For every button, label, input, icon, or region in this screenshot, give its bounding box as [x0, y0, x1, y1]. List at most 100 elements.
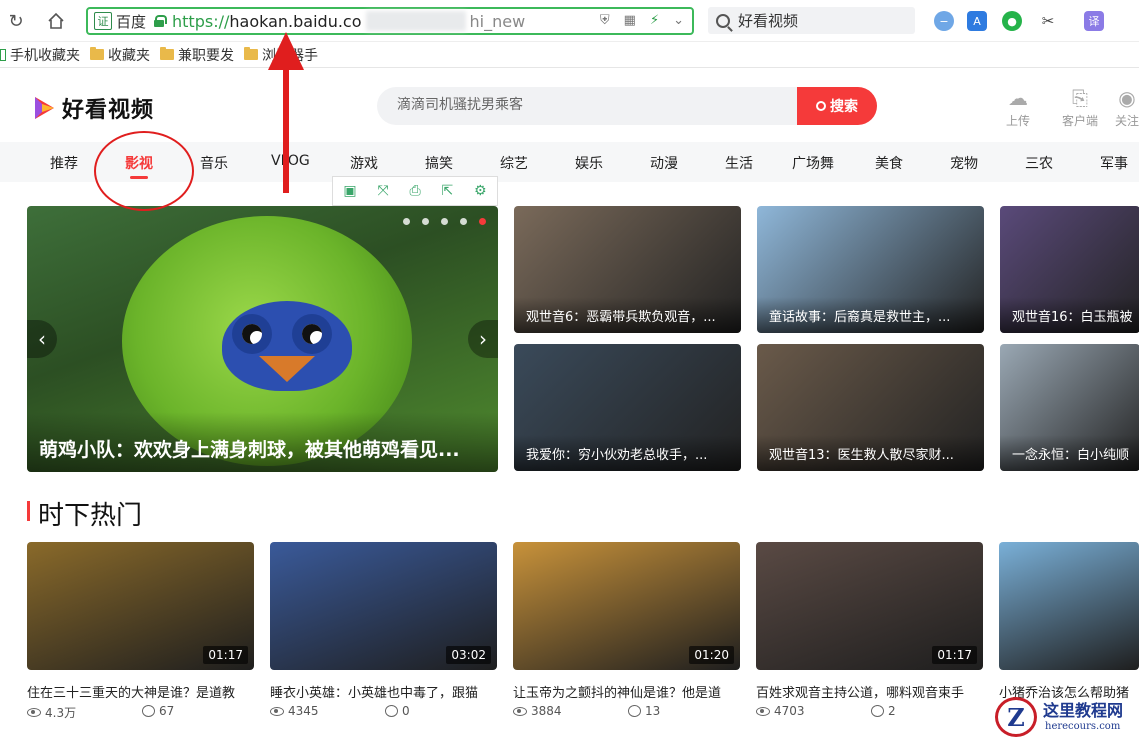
lock-icon[interactable] — [154, 15, 168, 27]
featured-title: 童话故事：后裔真是救世主，... — [769, 310, 951, 325]
site-search-input[interactable] — [397, 96, 787, 112]
client-button[interactable]: ⎘ 客户端 — [1062, 86, 1098, 129]
gear-icon[interactable]: ⚙ — [474, 183, 487, 199]
carousel-dot-active[interactable] — [479, 218, 486, 225]
qrcode-icon[interactable]: ▦ — [624, 13, 636, 28]
featured-video[interactable]: 童话故事：后裔真是救世主，... — [757, 206, 984, 333]
tab-pets[interactable]: 宠物 — [950, 153, 978, 173]
featured-title: 一念永恒：白小纯顺 — [1012, 448, 1130, 463]
featured-title: 我爱你：穷小伙劝老总收手，... — [526, 448, 708, 463]
tab-military[interactable]: 军事 — [1100, 153, 1128, 173]
video-title[interactable]: 让玉帝为之颤抖的神仙是谁？他是道 — [513, 682, 740, 701]
video-comments: 0 — [385, 704, 410, 718]
carousel-prev-button[interactable]: ‹ — [27, 320, 57, 358]
annotation-circle — [94, 131, 194, 211]
video-thumbnail[interactable] — [999, 542, 1139, 670]
address-bar[interactable]: 证 百度 https:// haokan.baidu.co hi_new ⛨ ▦… — [86, 7, 694, 35]
featured-title: 观世音16：白玉瓶被 — [1012, 310, 1133, 325]
carousel-dot[interactable] — [422, 218, 429, 225]
refresh-icon[interactable]: ↻ — [4, 9, 28, 33]
comment-icon — [628, 705, 641, 717]
chevron-down-icon[interactable]: ⌄ — [673, 13, 684, 28]
featured-video[interactable]: 观世音6：恶霸带兵欺负观音，... — [514, 206, 741, 333]
folder-icon — [244, 47, 258, 60]
video-title[interactable]: 睡衣小英雄：小英雄也中毒了，跟猫 — [270, 682, 497, 701]
tab-square-dance[interactable]: 广场舞 — [792, 153, 834, 173]
featured-video[interactable]: 观世音16：白玉瓶被 — [1000, 206, 1139, 333]
app-store-icon[interactable]: A — [967, 11, 987, 31]
minus-circle-icon[interactable]: − — [934, 11, 954, 31]
search-button[interactable]: 搜索 — [797, 87, 877, 125]
site-logo[interactable]: 好看视频 — [32, 92, 154, 124]
comments-count: 13 — [645, 704, 661, 718]
tab-entertainment[interactable]: 娱乐 — [575, 153, 603, 173]
save-icon[interactable]: ⎙ — [409, 183, 420, 199]
annotation-arrow-icon — [268, 32, 304, 193]
browser-search-box[interactable]: 好看视频 — [708, 7, 915, 34]
views-count: 3884 — [531, 704, 562, 718]
broadcast-icon: ◉ — [1118, 86, 1136, 110]
home-icon[interactable] — [44, 9, 68, 33]
video-views: 4703 — [756, 704, 805, 718]
folder-icon — [160, 47, 174, 60]
browser-search-text: 好看视频 — [738, 12, 799, 30]
tab-food[interactable]: 美食 — [875, 153, 903, 173]
url-redacted — [365, 11, 466, 31]
featured-title: 观世音6：恶霸带兵欺负观音，... — [526, 310, 716, 325]
video-duration: 01:17 — [932, 646, 977, 664]
chat-icon[interactable]: ● — [1002, 11, 1022, 31]
video-title[interactable]: 百姓求观音主持公道，哪料观音束手 — [756, 682, 983, 701]
tab-anime[interactable]: 动漫 — [650, 153, 678, 173]
tab-recommend[interactable]: 推荐 — [50, 153, 78, 173]
carousel-dot[interactable] — [460, 218, 467, 225]
bookmark-mobile[interactable]: 手机收藏夹 — [0, 45, 80, 65]
carousel-dots — [403, 218, 486, 225]
views-count: 4703 — [774, 704, 805, 718]
video-thumbnail[interactable]: 01:17 — [27, 542, 254, 670]
lightning-icon[interactable]: ⚡ — [650, 13, 659, 28]
pip-icon[interactable]: ▣ — [343, 183, 356, 199]
scissors-icon[interactable]: ✂ — [1038, 11, 1058, 31]
video-title[interactable]: 住在三十三重天的大神是谁？是道教 — [27, 682, 254, 701]
tab-game[interactable]: 游戏 — [350, 153, 378, 173]
featured-video[interactable]: 一念永恒：白小纯顺 — [1000, 344, 1139, 471]
featured-video[interactable]: 观世音13：医生救人散尽家财... — [757, 344, 984, 471]
upload-label: 上传 — [1006, 114, 1031, 128]
carousel-dot[interactable] — [441, 218, 448, 225]
hero-title[interactable]: 萌鸡小队：欢欢身上满身刺球，被其他萌鸡看见... — [39, 435, 460, 462]
comments-count: 67 — [159, 704, 175, 718]
featured-video[interactable]: 我爱你：穷小伙劝老总收手，... — [514, 344, 741, 471]
bookmark-label: 手机收藏夹 — [10, 47, 80, 64]
download-icon: ⎘ — [1072, 86, 1088, 110]
video-thumbnail[interactable]: 01:20 — [513, 542, 740, 670]
tab-variety[interactable]: 综艺 — [500, 153, 528, 173]
video-comments: 2 — [871, 704, 896, 718]
video-comments: 13 — [628, 704, 660, 718]
follow-button[interactable]: ◉ 关注 — [1115, 86, 1139, 129]
shield-icon[interactable]: ⛨ — [600, 13, 610, 28]
bookmark-favorites[interactable]: 收藏夹 — [90, 45, 150, 65]
share-icon[interactable]: ⇱ — [441, 183, 453, 199]
translate-icon[interactable]: 译 — [1084, 11, 1104, 31]
site-watermark: Z 这里教程网 herecours.com — [995, 695, 1139, 739]
carousel-next-button[interactable]: › — [468, 320, 498, 358]
search-icon — [716, 13, 730, 28]
hero-carousel[interactable]: ‹ › 萌鸡小队：欢欢身上满身刺球，被其他萌鸡看见... — [27, 206, 498, 472]
tab-funny[interactable]: 搞笑 — [425, 153, 453, 173]
url-scheme: https:// — [172, 11, 230, 31]
hero-character-eye — [292, 314, 332, 354]
bookmark-parttime[interactable]: 兼职要发 — [160, 45, 234, 65]
views-count: 4345 — [288, 704, 319, 718]
upload-button[interactable]: ☁ 上传 — [1006, 86, 1030, 129]
certificate-icon[interactable]: 证 — [94, 12, 112, 30]
video-thumbnail[interactable]: 01:17 — [756, 542, 983, 670]
expand-icon[interactable]: ⤧ — [377, 183, 388, 199]
bookmark-label: 兼职要发 — [178, 47, 234, 64]
section-title: 时下热门 — [38, 501, 143, 531]
tab-agriculture[interactable]: 三农 — [1025, 153, 1053, 173]
tab-life[interactable]: 生活 — [725, 153, 753, 173]
tab-music[interactable]: 音乐 — [200, 153, 228, 173]
video-views: 4.3万 — [27, 704, 76, 721]
carousel-dot[interactable] — [403, 218, 410, 225]
video-thumbnail[interactable]: 03:02 — [270, 542, 497, 670]
